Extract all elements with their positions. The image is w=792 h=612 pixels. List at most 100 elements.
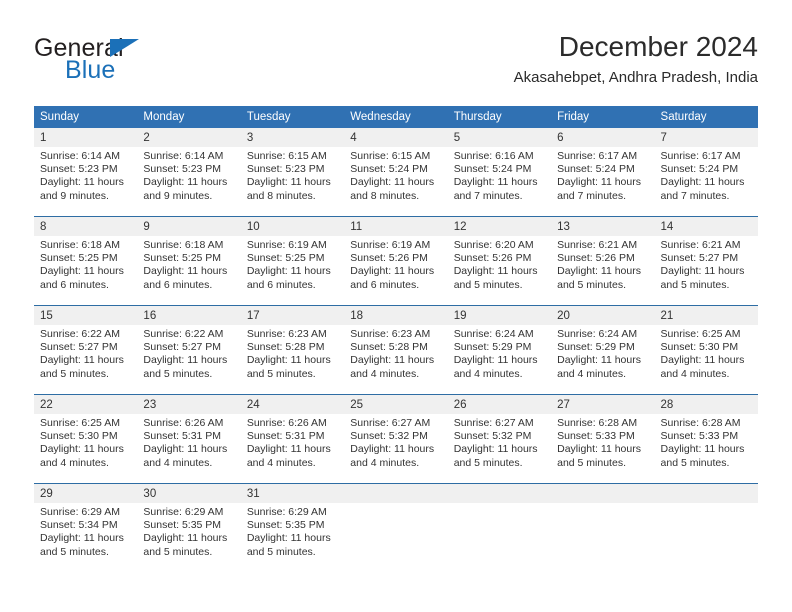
day-cell[interactable]: 28 Sunrise: 6:28 AM Sunset: 5:33 PM Dayligh…: [654, 394, 758, 484]
page-title: December 2024: [558, 31, 758, 62]
day-cell-empty: [551, 483, 655, 572]
sunrise-text: Sunrise: 6:15 AM: [350, 150, 431, 162]
sunrise-text: Sunrise: 6:18 AM: [143, 239, 224, 251]
day-cell[interactable]: 15 Sunrise: 6:22 AM Sunset: 5:27 PM Dayligh…: [34, 305, 138, 395]
day-number: [447, 484, 552, 503]
sunset-text: Sunset: 5:23 PM: [246, 163, 325, 176]
day-cell[interactable]: 21 Sunrise: 6:25 AM Sunset: 5:30 PM Dayligh…: [654, 305, 758, 395]
sunrise-text: Sunrise: 6:19 AM: [246, 239, 327, 251]
sunrise-sunset-calendar: Sunday Monday Tuesday Wednesday Thursday…: [34, 106, 758, 572]
day-number: 15: [34, 306, 138, 325]
day-cell[interactable]: 8 Sunrise: 6:18 AM Sunset: 5:25 PM Daylight…: [34, 216, 138, 306]
day-cell[interactable]: 16 Sunrise: 6:22 AM Sunset: 5:27 PM Dayligh…: [137, 305, 241, 395]
daylight-text-line1: Daylight: 11 hours: [246, 354, 331, 367]
sunrise-text: Sunrise: 6:29 AM: [40, 506, 120, 518]
sunset-text: Sunset: 5:24 PM: [660, 163, 739, 176]
daylight-text-line2: and 4 minutes.: [350, 456, 420, 469]
day-number: 3: [240, 128, 345, 147]
sunset-text: Sunset: 5:26 PM: [350, 252, 428, 265]
day-cell[interactable]: 19 Sunrise: 6:24 AM Sunset: 5:29 PM Dayligh…: [447, 305, 552, 395]
day-number: 24: [240, 395, 345, 414]
sunset-text: Sunset: 5:25 PM: [246, 252, 325, 265]
day-cell[interactable]: 5 Sunrise: 6:16 AM Sunset: 5:24 PM Daylight…: [447, 128, 552, 217]
daylight-text-line2: and 5 minutes.: [246, 545, 316, 558]
sunset-text: Sunset: 5:28 PM: [350, 341, 428, 354]
sunrise-text: Sunrise: 6:23 AM: [350, 328, 431, 340]
daylight-text-line2: and 7 minutes.: [453, 189, 523, 202]
day-cell[interactable]: 26 Sunrise: 6:27 AM Sunset: 5:32 PM Dayligh…: [447, 394, 552, 484]
sunset-text: Sunset: 5:35 PM: [246, 519, 325, 532]
day-cell[interactable]: 22 Sunrise: 6:25 AM Sunset: 5:30 PM Dayligh…: [34, 394, 138, 484]
sunrise-text: Sunrise: 6:24 AM: [453, 328, 534, 340]
daylight-text-line2: and 4 minutes.: [557, 367, 626, 380]
sunset-text: Sunset: 5:31 PM: [143, 430, 222, 443]
day-number: 5: [447, 128, 552, 147]
daylight-text-line1: Daylight: 11 hours: [453, 354, 538, 367]
daylight-text-line1: Daylight: 11 hours: [350, 443, 435, 456]
day-cell[interactable]: 10 Sunrise: 6:19 AM Sunset: 5:25 PM Dayligh…: [240, 216, 345, 306]
sunset-text: Sunset: 5:29 PM: [453, 341, 532, 354]
sunset-text: Sunset: 5:26 PM: [557, 252, 635, 265]
day-cell[interactable]: 29 Sunrise: 6:29 AM Sunset: 5:34 PM Dayligh…: [34, 483, 138, 572]
sunrise-text: Sunrise: 6:17 AM: [660, 150, 741, 162]
sunrise-text: Sunrise: 6:14 AM: [40, 150, 120, 162]
day-number: 19: [447, 306, 552, 325]
daylight-text-line2: and 5 minutes.: [40, 545, 109, 558]
day-cell[interactable]: 27 Sunrise: 6:28 AM Sunset: 5:33 PM Dayligh…: [551, 394, 655, 484]
day-cell[interactable]: 14 Sunrise: 6:21 AM Sunset: 5:27 PM Dayligh…: [654, 216, 758, 306]
daylight-text-line2: and 7 minutes.: [557, 189, 626, 202]
daylight-text-line2: and 8 minutes.: [350, 189, 420, 202]
day-number: 1: [34, 128, 138, 147]
sunrise-text: Sunrise: 6:23 AM: [246, 328, 327, 340]
day-cell[interactable]: 6 Sunrise: 6:17 AM Sunset: 5:24 PM Daylight…: [551, 128, 655, 217]
daylight-text-line2: and 5 minutes.: [453, 456, 523, 469]
day-number: 20: [551, 306, 655, 325]
day-number: 9: [137, 217, 241, 236]
sunset-text: Sunset: 5:23 PM: [40, 163, 118, 176]
day-cell[interactable]: 20 Sunrise: 6:24 AM Sunset: 5:29 PM Dayligh…: [551, 305, 655, 395]
day-cell[interactable]: 9 Sunrise: 6:18 AM Sunset: 5:25 PM Daylight…: [137, 216, 241, 306]
day-cell[interactable]: 30 Sunrise: 6:29 AM Sunset: 5:35 PM Dayligh…: [137, 483, 241, 572]
day-cell[interactable]: 13 Sunrise: 6:21 AM Sunset: 5:26 PM Dayligh…: [551, 216, 655, 306]
day-cell[interactable]: 1 Sunrise: 6:14 AM Sunset: 5:23 PM Daylight…: [34, 128, 138, 217]
daylight-text-line1: Daylight: 11 hours: [557, 443, 641, 456]
day-cell[interactable]: 2 Sunrise: 6:14 AM Sunset: 5:23 PM Daylight…: [137, 128, 241, 217]
day-cell[interactable]: 4 Sunrise: 6:15 AM Sunset: 5:24 PM Daylight…: [344, 128, 448, 217]
day-cell[interactable]: 7 Sunrise: 6:17 AM Sunset: 5:24 PM Daylight…: [654, 128, 758, 217]
day-cell[interactable]: 17 Sunrise: 6:23 AM Sunset: 5:28 PM Dayligh…: [240, 305, 345, 395]
day-cell[interactable]: 24 Sunrise: 6:26 AM Sunset: 5:31 PM Dayligh…: [240, 394, 345, 484]
day-number: 23: [137, 395, 241, 414]
day-number: 25: [344, 395, 448, 414]
day-cell[interactable]: 25 Sunrise: 6:27 AM Sunset: 5:32 PM Dayligh…: [344, 394, 448, 484]
day-cell[interactable]: 11 Sunrise: 6:19 AM Sunset: 5:26 PM Dayligh…: [344, 216, 448, 306]
day-cell[interactable]: 12 Sunrise: 6:20 AM Sunset: 5:26 PM Dayligh…: [447, 216, 552, 306]
logo-triangle-icon: [110, 39, 139, 57]
daylight-text-line1: Daylight: 11 hours: [40, 265, 124, 278]
daylight-text-line1: Daylight: 11 hours: [557, 354, 641, 367]
weekday-header-tuesday: Tuesday: [240, 106, 345, 128]
daylight-text-line1: Daylight: 11 hours: [660, 443, 745, 456]
day-cell[interactable]: 18 Sunrise: 6:23 AM Sunset: 5:28 PM Dayligh…: [344, 305, 448, 395]
sunset-text: Sunset: 5:30 PM: [40, 430, 118, 443]
day-cell[interactable]: 3 Sunrise: 6:15 AM Sunset: 5:23 PM Daylight…: [240, 128, 345, 217]
daylight-text-line1: Daylight: 11 hours: [660, 176, 745, 189]
daylight-text-line1: Daylight: 11 hours: [143, 532, 228, 545]
day-cell-empty: [344, 483, 448, 572]
day-cell[interactable]: 31 Sunrise: 6:29 AM Sunset: 5:35 PM Dayligh…: [240, 483, 345, 572]
week-row: 15 Sunrise: 6:22 AM Sunset: 5:27 PM Dayligh…: [34, 305, 758, 395]
sunset-text: Sunset: 5:29 PM: [557, 341, 635, 354]
sunset-text: Sunset: 5:32 PM: [350, 430, 428, 443]
weekday-header-friday: Friday: [551, 106, 655, 128]
daylight-text-line2: and 5 minutes.: [660, 278, 730, 291]
title-block: December 2024 Akasahebpet, Andhra Prades…: [514, 30, 758, 88]
sunrise-text: Sunrise: 6:17 AM: [557, 150, 638, 162]
sunset-text: Sunset: 5:30 PM: [660, 341, 739, 354]
daylight-text-line2: and 6 minutes.: [350, 278, 420, 291]
sunset-text: Sunset: 5:27 PM: [143, 341, 222, 354]
daylight-text-line2: and 5 minutes.: [143, 367, 213, 380]
day-number: 13: [551, 217, 655, 236]
logo-text-blue: Blue: [65, 56, 116, 84]
sunset-text: Sunset: 5:27 PM: [40, 341, 118, 354]
general-blue-logo[interactable]: General Blue: [34, 34, 234, 90]
day-cell[interactable]: 23 Sunrise: 6:26 AM Sunset: 5:31 PM Dayligh…: [137, 394, 241, 484]
